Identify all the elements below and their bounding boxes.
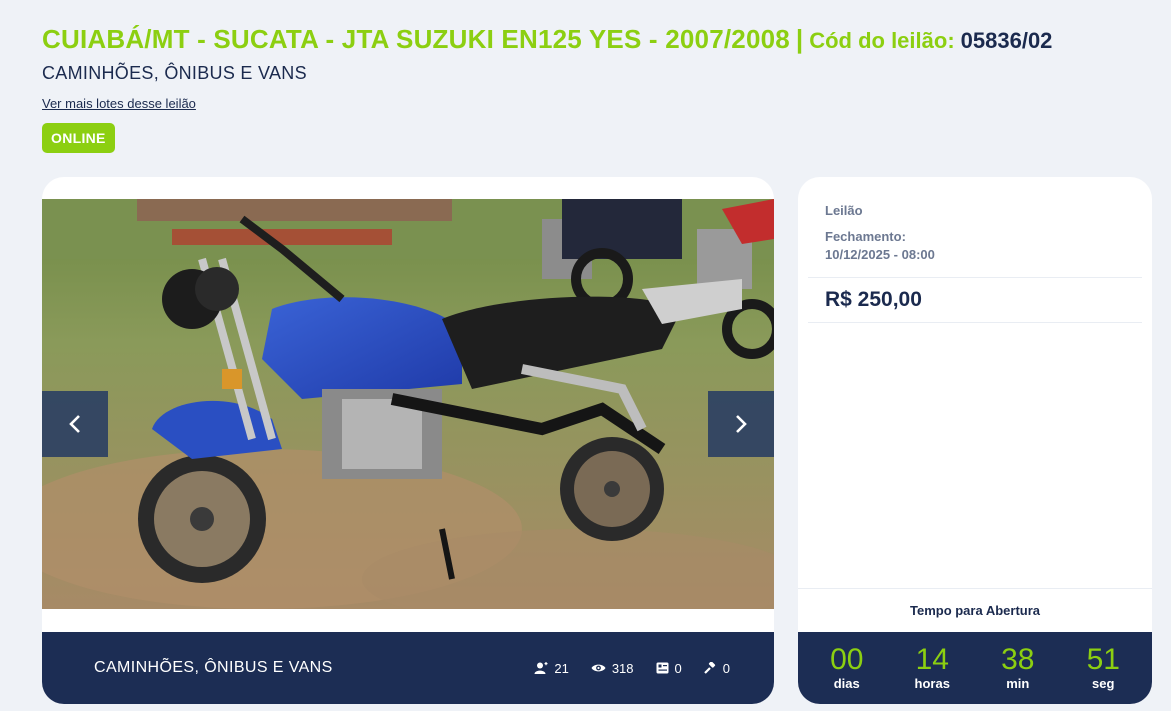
gallery-card: CAMINHÕES, ÔNIBUS E VANS 21 318 0 0 [42,177,774,704]
countdown-minutes-value: 38 [1001,643,1035,676]
countdown-hours-value: 14 [915,643,949,676]
countdown-timer: 00 dias 14 horas 38 min 51 seg [798,632,1152,704]
auction-code-label: Cód do leilão: [809,28,955,53]
chevron-right-icon [736,415,747,433]
status-badge: ONLINE [42,123,115,153]
countdown-hours-label: horas [914,676,950,691]
gavel-icon [703,662,715,674]
footer-category: CAMINHÕES, ÔNIBUS E VANS [94,659,333,676]
auction-meta: Leilão Fechamento: 10/12/2025 - 08:00 [798,177,1152,264]
auction-code-value: 05836/02 [960,28,1053,53]
auction-kind: Leilão [825,203,863,218]
page-title: CUIABÁ/MT - SUCATA - JTA SUZUKI EN125 YE… [42,24,790,54]
auction-info-card: Leilão Fechamento: 10/12/2025 - 08:00 R$… [798,177,1152,704]
stat-documents: 0 [656,661,682,676]
gallery-footer: CAMINHÕES, ÔNIBUS E VANS 21 318 0 0 [42,632,774,704]
more-lots-link[interactable]: Ver mais lotes desse leilão [42,96,196,111]
countdown-minutes-label: min [1006,676,1030,691]
countdown-seconds: 51 seg [1073,643,1133,692]
countdown-days-value: 00 [830,643,864,676]
opening-time-label: Tempo para Abertura [798,588,1152,632]
closing-label: Fechamento: [825,229,906,244]
stat-participants: 21 [534,660,569,676]
stat-views-value: 318 [611,660,634,676]
stat-views: 318 [591,661,634,676]
countdown-days: 00 dias [817,643,877,692]
lot-stats: 21 318 0 0 [534,661,730,676]
closing-date: 10/12/2025 - 08:00 [825,247,935,262]
stat-participants-value: 21 [554,660,569,676]
title-separator: | [795,24,804,54]
stat-documents-value: 0 [674,660,682,676]
user-plus-icon [534,662,548,674]
prev-image-button[interactable] [42,391,108,457]
chevron-left-icon [69,415,80,433]
stat-bids: 0 [703,660,730,676]
countdown-seconds-label: seg [1092,676,1115,691]
lot-header: CUIABÁ/MT - SUCATA - JTA SUZUKI EN125 YE… [42,24,1162,113]
category-subtitle: CAMINHÕES, ÔNIBUS E VANS [42,63,307,83]
eye-icon [591,664,606,672]
countdown-hours: 14 horas [902,643,962,692]
title-line: CUIABÁ/MT - SUCATA - JTA SUZUKI EN125 YE… [42,24,1162,55]
countdown-seconds-value: 51 [1086,643,1120,676]
next-image-button[interactable] [708,391,774,457]
current-price: R$ 250,00 [825,288,922,311]
countdown-days-label: dias [833,676,860,691]
countdown-minutes: 38 min [988,643,1048,692]
document-icon [656,662,669,674]
stat-bids-value: 0 [722,660,730,676]
lot-photo[interactable] [42,199,774,609]
motorcycle-image [42,199,774,609]
divider [808,322,1142,323]
